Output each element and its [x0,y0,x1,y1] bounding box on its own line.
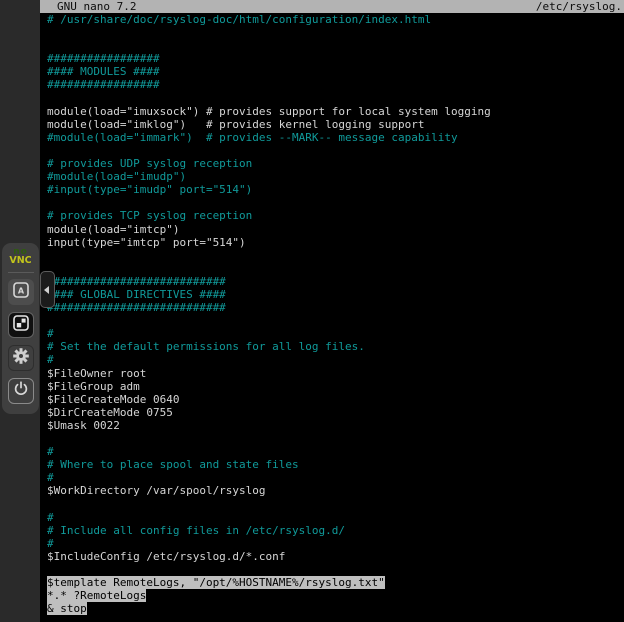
terminal-line [47,497,624,510]
a-key-icon: A [13,282,29,302]
terminal-line: # [47,537,624,550]
terminal-line: # provides UDP syslog reception [47,157,624,170]
terminal-line [47,262,624,275]
terminal-content[interactable]: # /usr/share/doc/rsyslog-doc/html/config… [40,13,624,615]
terminal-line [47,39,624,52]
nano-filename: /etc/rsyslog. [536,0,622,13]
panel-divider [8,272,34,273]
terminal-line: ########################### [47,301,624,314]
terminal-line: # [47,353,624,366]
terminal-line: #### GLOBAL DIRECTIVES #### [47,288,624,301]
terminal-line: # [47,445,624,458]
nano-version-title: GNU nano 7.2 [57,0,136,13]
terminal-line: ########################### [47,275,624,288]
terminal-line: & stop [47,602,624,615]
terminal-line: # Where to place spool and state files [47,458,624,471]
terminal-line [47,144,624,157]
extra-keys-button[interactable]: A [8,279,34,305]
terminal-line: module(load="imtcp") [47,223,624,236]
terminal-line: $FileCreateMode 0640 [47,393,624,406]
terminal-line [47,314,624,327]
terminal-line: # Set the default permissions for all lo… [47,340,624,353]
terminal-line: #### MODULES #### [47,65,624,78]
terminal-line: module(load="imklog") # provides kernel … [47,118,624,131]
terminal-line [47,196,624,209]
terminal-line [47,26,624,39]
terminal-line: # [47,327,624,340]
novnc-control-bar: no VNC A [2,243,39,414]
terminal-line: $template RemoteLogs, "/opt/%HOSTNAME%/r… [47,576,624,589]
terminal-line: #module(load="imudp") [47,170,624,183]
terminal-line [47,432,624,445]
terminal-line: # provides TCP syslog reception [47,209,624,222]
terminal-line [47,563,624,576]
terminal-line: ################# [47,52,624,65]
settings-button[interactable] [8,345,34,371]
nano-titlebar: GNU nano 7.2 /etc/rsyslog. [40,0,624,13]
svg-text:A: A [17,286,24,295]
terminal-line: $FileGroup adm [47,380,624,393]
terminal-line: $IncludeConfig /etc/rsyslog.d/*.conf [47,550,624,563]
terminal-line: module(load="imuxsock") # provides suppo… [47,105,624,118]
power-button[interactable] [8,378,34,404]
terminal-line: # /usr/share/doc/rsyslog-doc/html/config… [47,13,624,26]
fullscreen-button[interactable] [8,312,34,338]
gear-icon [13,348,29,368]
novnc-logo-bottom: VNC [9,256,31,265]
terminal-line [47,92,624,105]
terminal-line: #module(load="immark") # provides --MARK… [47,131,624,144]
terminal-line: # [47,471,624,484]
terminal-line: ################# [47,78,624,91]
terminal-line: input(type="imtcp" port="514") [47,236,624,249]
fullscreen-icon [13,315,29,335]
terminal-line: $DirCreateMode 0755 [47,406,624,419]
collapse-arrow-icon [44,286,49,294]
terminal-window: GNU nano 7.2 /etc/rsyslog. # /usr/share/… [40,0,624,622]
terminal-line: # Include all config files in /etc/rsysl… [47,524,624,537]
novnc-logo: no VNC [9,248,31,265]
terminal-line [47,249,624,262]
terminal-line: # [47,511,624,524]
terminal-line: #input(type="imudp" port="514") [47,183,624,196]
power-icon [13,381,29,401]
control-bar-handle[interactable] [40,271,55,308]
terminal-line: *.* ?RemoteLogs [47,589,624,602]
terminal-line: $WorkDirectory /var/spool/rsyslog [47,484,624,497]
terminal-line: $Umask 0022 [47,419,624,432]
terminal-line: $FileOwner root [47,367,624,380]
